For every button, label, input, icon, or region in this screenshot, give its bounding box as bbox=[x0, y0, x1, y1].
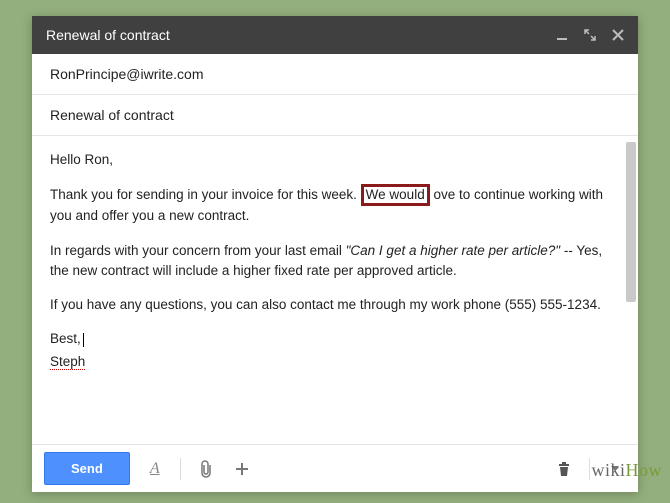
subject-value: Renewal of contract bbox=[50, 107, 174, 123]
send-button[interactable]: Send bbox=[44, 452, 130, 485]
to-value: RonPrincipe@iwrite.com bbox=[50, 66, 203, 82]
window-title: Renewal of contract bbox=[46, 27, 556, 43]
separator bbox=[180, 458, 181, 480]
body-paragraph-1: Thank you for sending in your invoice fo… bbox=[50, 184, 620, 226]
highlighted-text: We would bbox=[361, 184, 430, 206]
subject-field[interactable]: Renewal of contract bbox=[32, 95, 638, 136]
trash-icon[interactable] bbox=[553, 458, 575, 480]
title-bar[interactable]: Renewal of contract bbox=[32, 16, 638, 54]
attach-icon[interactable] bbox=[195, 458, 217, 480]
close-icon[interactable] bbox=[612, 29, 624, 41]
body-signature: Steph bbox=[50, 352, 620, 372]
toolbar: Send A bbox=[32, 444, 638, 492]
body-signoff: Best, bbox=[50, 329, 620, 349]
message-body[interactable]: Hello Ron, Thank you for sending in your… bbox=[32, 136, 638, 444]
window-controls bbox=[556, 29, 624, 41]
body-paragraph-2: In regards with your concern from your l… bbox=[50, 241, 620, 282]
minimize-icon[interactable] bbox=[556, 29, 568, 41]
expand-icon[interactable] bbox=[584, 29, 596, 41]
insert-icon[interactable] bbox=[231, 458, 253, 480]
body-greeting: Hello Ron, bbox=[50, 150, 620, 170]
quoted-text: "Can I get a higher rate per article?" bbox=[346, 243, 560, 258]
format-icon[interactable]: A bbox=[144, 458, 166, 480]
body-paragraph-3: If you have any questions, you can also … bbox=[50, 295, 620, 315]
watermark: wikiHow bbox=[591, 460, 662, 481]
compose-window: Renewal of contract RonPrincipe@iwrite.c… bbox=[32, 16, 638, 492]
to-field[interactable]: RonPrincipe@iwrite.com bbox=[32, 54, 638, 95]
separator bbox=[589, 458, 590, 480]
text-cursor bbox=[83, 333, 84, 347]
scrollbar[interactable] bbox=[626, 142, 636, 302]
